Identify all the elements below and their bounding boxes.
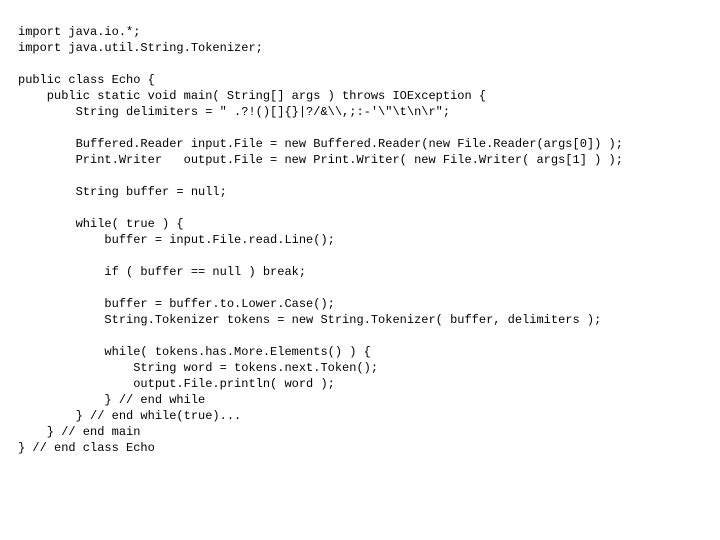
java-source-code: import java.io.*; import java.util.Strin… <box>0 12 720 456</box>
